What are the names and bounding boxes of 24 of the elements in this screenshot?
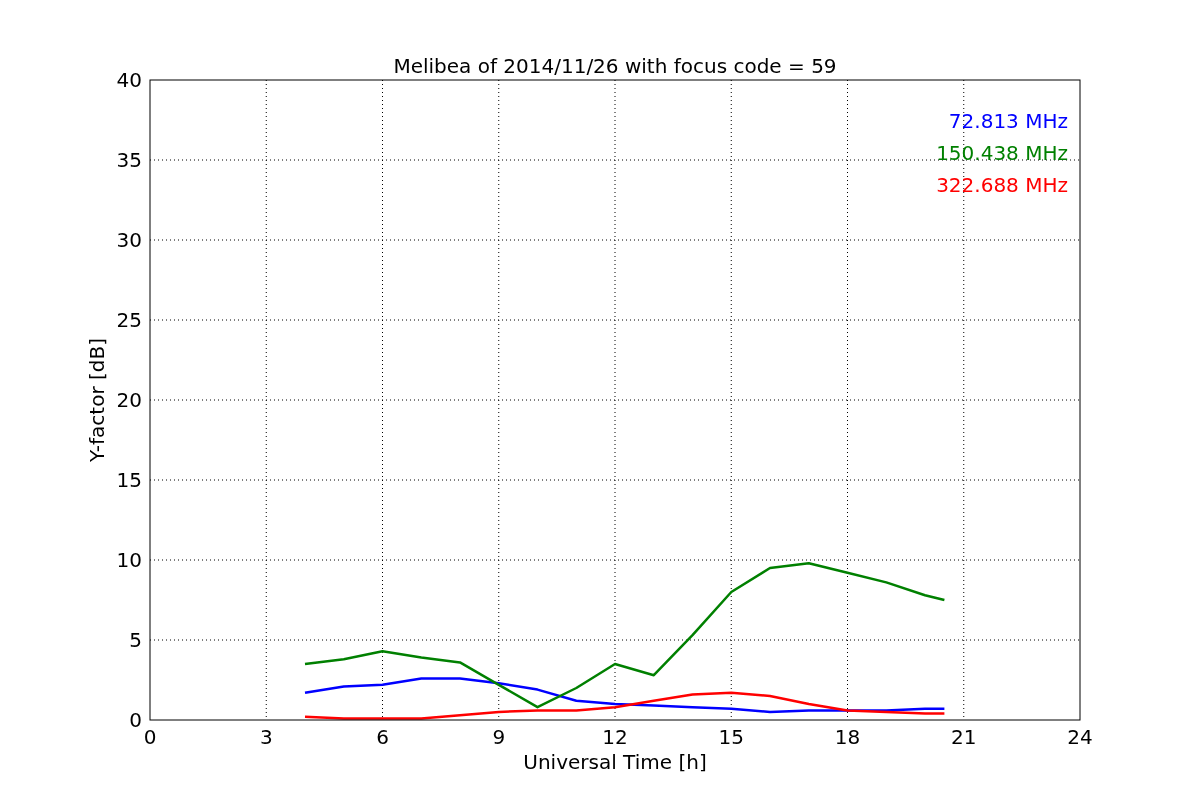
legend-label: 72.813 MHz — [948, 109, 1068, 133]
chart-title: Melibea of 2014/11/26 with focus code = 59 — [393, 54, 837, 78]
x-tick-label: 15 — [718, 725, 744, 749]
y-tick-label: 35 — [116, 148, 142, 172]
y-tick-label: 15 — [116, 468, 142, 492]
y-tick-label: 40 — [116, 68, 142, 92]
x-tick-label: 12 — [602, 725, 628, 749]
y-tick-label: 10 — [116, 548, 142, 572]
x-tick-label: 9 — [492, 725, 506, 749]
x-tick-label: 3 — [259, 725, 273, 749]
x-tick-label: 18 — [834, 725, 861, 749]
x-axis-label: Universal Time [h] — [523, 750, 707, 774]
x-tick-label: 6 — [376, 725, 389, 749]
x-tick-label: 24 — [1067, 725, 1093, 749]
y-tick-label: 25 — [116, 308, 142, 332]
legend-label: 322.688 MHz — [936, 173, 1068, 197]
y-tick-label: 0 — [129, 708, 142, 732]
y-tick-label: 5 — [129, 628, 142, 652]
y-axis-label: Y-factor [dB] — [85, 338, 109, 462]
x-tick-label: 0 — [143, 725, 157, 749]
y-tick-label: 20 — [116, 388, 142, 412]
x-tick-label: 21 — [951, 725, 977, 749]
y-tick-label: 30 — [116, 228, 142, 252]
legend-label: 150.438 MHz — [936, 141, 1068, 165]
